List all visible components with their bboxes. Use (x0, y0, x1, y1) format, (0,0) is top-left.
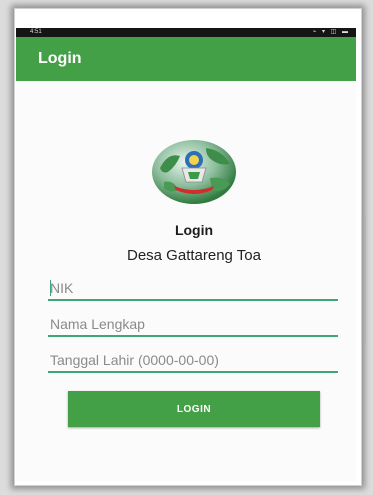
tanggal-lahir-input[interactable] (48, 349, 338, 373)
status-time: 4:51 (30, 29, 42, 35)
status-icons: ⌁ ▾ ◫ ▬ (312, 29, 350, 35)
login-title: Login (174, 222, 214, 238)
village-name: Desa Gattareng Toa (127, 247, 261, 264)
nik-input[interactable] (48, 277, 338, 301)
frame-edge (365, 215, 372, 345)
nama-lengkap-input[interactable] (48, 313, 338, 337)
text-cursor (50, 280, 51, 296)
app-bar-title: Login (38, 50, 82, 67)
app-bar: Login (16, 37, 356, 81)
login-button[interactable]: LOGIN (68, 391, 320, 427)
status-bar: 4:51 ⌁ ▾ ◫ ▬ (16, 28, 356, 37)
globe-emblem-logo-icon (152, 140, 236, 204)
